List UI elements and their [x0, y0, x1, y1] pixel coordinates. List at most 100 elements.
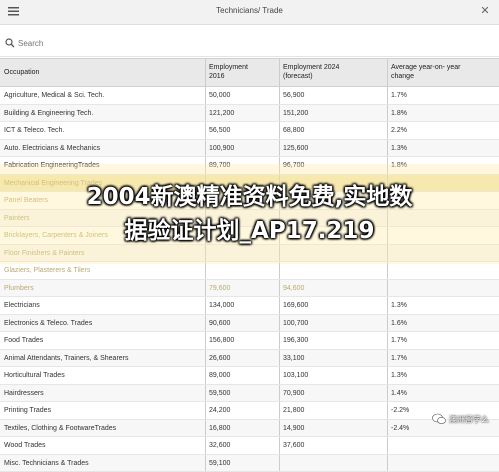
cell-change: 1.7%	[391, 336, 407, 345]
column-header-occupation[interactable]: Occupation	[4, 68, 39, 77]
cell-emp2016: 89,000	[209, 371, 230, 380]
table-row[interactable]: Wood Trades 32,600 37,600	[0, 437, 499, 455]
occupation-table: Occupation Employment 2016 Employment 20…	[0, 58, 499, 472]
column-divider	[205, 280, 206, 297]
column-divider	[387, 437, 388, 454]
cell-emp2016: 79,600	[209, 284, 230, 293]
cell-emp2016: 56,500	[209, 126, 230, 135]
search-input[interactable]	[16, 35, 320, 52]
cell-emp2024: 100,700	[283, 319, 308, 328]
table-row[interactable]: Printing Trades24,20021,800-2.2%	[0, 402, 499, 420]
table-row[interactable]: Food Trades156,800196,3001.7%	[0, 332, 499, 350]
cell-emp2024: 169,600	[283, 301, 308, 310]
cell-emp2024: 37,600	[283, 441, 304, 450]
overlay-caption: 2004新澳精准资料免费,实地数 据验证计划_AP17.219	[0, 180, 499, 248]
column-divider	[387, 297, 388, 314]
column-divider	[279, 122, 280, 139]
cell-emp2024: 33,100	[283, 354, 304, 363]
cell-emp2016: 16,800	[209, 424, 230, 433]
column-divider	[279, 105, 280, 122]
cell-occupation: Horticultural Trades	[4, 371, 65, 380]
cell-change: 1.3%	[391, 371, 407, 380]
column-divider	[205, 315, 206, 332]
table-row[interactable]: Hairdressers59,50070,9001.4%	[0, 385, 499, 403]
column-divider	[205, 157, 206, 174]
column-divider	[279, 367, 280, 384]
table-row[interactable]: Fabrication EngineeringTrades89,70096,70…	[0, 157, 499, 175]
column-divider	[205, 350, 206, 367]
table-row[interactable]: Electronics & Teleco. Trades90,600100,70…	[0, 315, 499, 333]
column-divider	[205, 332, 206, 349]
cell-occupation: Printing Trades	[4, 406, 51, 415]
cell-change: -2.4%	[391, 424, 409, 433]
column-divider	[387, 367, 388, 384]
table-row[interactable]: ICT & Teleco. Tech. 56,500 68,800 2.2%	[0, 122, 499, 140]
column-divider	[205, 385, 206, 402]
cell-emp2024: 151,200	[283, 109, 308, 118]
column-divider	[387, 140, 388, 157]
column-divider	[279, 297, 280, 314]
table-row[interactable]: Electricians134,000169,6001.3%	[0, 297, 499, 315]
cell-occupation: Food Trades	[4, 336, 43, 345]
cell-occupation: Animal Attendants, Trainers, & Shearers	[4, 354, 129, 363]
table-body: Agriculture, Medical & Sci. Tech.50,0005…	[0, 87, 499, 472]
cell-change: 2.2%	[391, 126, 407, 135]
cell-occupation: Electricians	[4, 301, 40, 310]
cell-emp2024: 103,100	[283, 371, 308, 380]
cell-emp2024: 68,800	[283, 126, 304, 135]
column-divider	[387, 402, 388, 419]
table-row[interactable]: Horticultural Trades 89,000 103,100 1.3%	[0, 367, 499, 385]
cell-emp2016: 32,600	[209, 441, 230, 450]
table-row[interactable]: Textiles, Clothing & FootwareTrades 16,80…	[0, 420, 499, 438]
column-divider	[279, 420, 280, 437]
cell-emp2016: 156,800	[209, 336, 234, 345]
cell-emp2024: 21,800	[283, 406, 304, 415]
table-row[interactable]: Agriculture, Medical & Sci. Tech.50,0005…	[0, 87, 499, 105]
cell-change: 1.4%	[391, 389, 407, 398]
cell-emp2024: 70,900	[283, 389, 304, 398]
cell-change: 1.6%	[391, 319, 407, 328]
column-header-employment-2024[interactable]: Employment 2024 (forecast)	[283, 63, 339, 81]
close-icon[interactable]: ✕	[478, 4, 492, 18]
table-row[interactable]: Plumbers79,60094,600	[0, 280, 499, 298]
cell-emp2024: 94,600	[283, 284, 304, 293]
table-row[interactable]: Auto. Electricians & Mechanics100,900125…	[0, 140, 499, 158]
column-divider	[205, 367, 206, 384]
cell-occupation: Floor Finishers & Painters	[4, 249, 85, 258]
cell-emp2016: 100,900	[209, 144, 234, 153]
cell-occupation: Hairdressers	[4, 389, 44, 398]
table-row[interactable]: Glaziers, Plasterers & Tilers	[0, 262, 499, 280]
column-divider	[279, 315, 280, 332]
cell-emp2016: 134,000	[209, 301, 234, 310]
column-divider	[387, 332, 388, 349]
column-divider	[279, 402, 280, 419]
cell-occupation: Misc. Technicians & Trades	[4, 459, 89, 468]
column-divider	[387, 350, 388, 367]
search-icon	[5, 38, 15, 48]
column-divider	[387, 315, 388, 332]
column-divider	[279, 332, 280, 349]
column-divider	[279, 350, 280, 367]
cell-occupation: Fabrication EngineeringTrades	[4, 161, 99, 170]
table-row[interactable]: Building & Engineering Tech.121,200151,2…	[0, 105, 499, 123]
cell-emp2016: 89,700	[209, 161, 230, 170]
cell-occupation: Glaziers, Plasterers & Tilers	[4, 266, 90, 275]
column-divider	[279, 437, 280, 454]
column-divider	[279, 280, 280, 297]
column-divider	[205, 122, 206, 139]
cell-occupation: Wood Trades	[4, 441, 46, 450]
cell-emp2024: 56,900	[283, 91, 304, 100]
cell-occupation: Building & Engineering Tech.	[4, 109, 93, 118]
cell-change: 1.3%	[391, 144, 407, 153]
cell-occupation: Auto. Electricians & Mechanics	[4, 144, 100, 153]
column-divider	[387, 59, 388, 86]
cell-occupation: Textiles, Clothing & FootwareTrades	[4, 424, 116, 433]
column-header-employment-2016[interactable]: Employment 2016	[209, 63, 248, 81]
table-row[interactable]: Animal Attendants, Trainers, & Shearers2…	[0, 350, 499, 368]
column-divider	[279, 87, 280, 104]
column-divider	[279, 140, 280, 157]
table-row[interactable]: Misc. Technicians & Trades59,100	[0, 455, 499, 472]
search-bar	[0, 30, 499, 57]
cell-occupation: ICT & Teleco. Tech.	[4, 126, 64, 135]
column-header-average-change[interactable]: Average year-on- year change	[391, 63, 461, 81]
